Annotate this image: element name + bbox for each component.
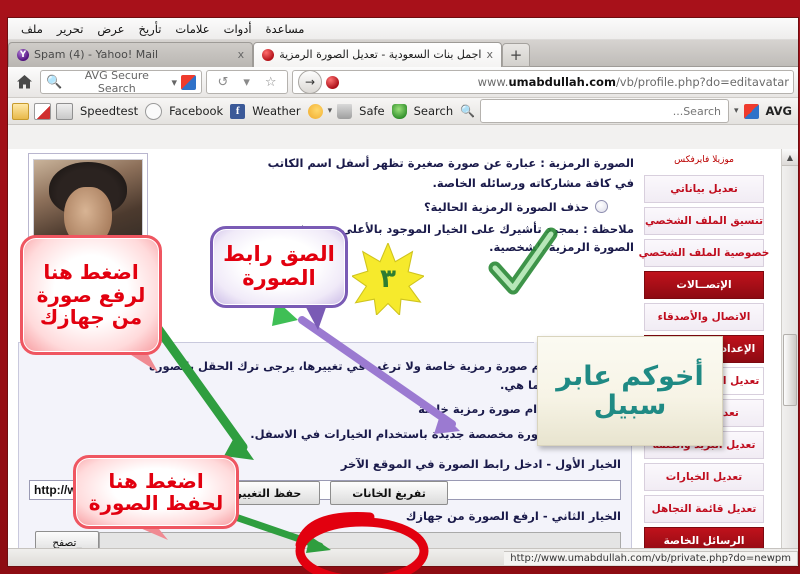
- tab-close-icon[interactable]: x: [238, 48, 245, 61]
- site-favicon-icon: [326, 75, 339, 89]
- scrollbar-thumb[interactable]: [783, 334, 797, 406]
- reset-button[interactable]: تفريغ الخانات: [330, 481, 448, 505]
- callout-save-image: اضغط هنا لحفظ الصورة: [73, 455, 239, 529]
- navigation-toolbar: → www.umabdullah.com/vb/profile.php?do=e…: [8, 67, 798, 98]
- menu-item-file[interactable]: ملف: [14, 20, 50, 38]
- avg-logo-icon: [743, 103, 759, 119]
- step-3-starburst: ٣: [350, 241, 426, 317]
- bookmark-weather[interactable]: Weather: [250, 103, 302, 119]
- menu-item-view[interactable]: عرض: [90, 20, 131, 38]
- tab-avatar-edit[interactable]: x اجمل بنات السعودية - تعديل الصورة الرم…: [253, 41, 502, 67]
- use-custom-avatar-option[interactable]: استخدام صورة رمزية خاصة: [29, 402, 591, 416]
- avatar-file-row: تصفح_: [29, 531, 621, 549]
- sidebar-item-edit-data[interactable]: تعديل بياناتي: [644, 175, 764, 203]
- step-number: ٣: [380, 264, 396, 294]
- avg-logo-icon: [181, 74, 196, 90]
- sidebar-item-contacts-friends[interactable]: الاتصال والأصدقاء: [644, 303, 764, 331]
- sidebar-item-profile-style[interactable]: تنسيق الملف الشخصي: [644, 207, 764, 235]
- avg-brand-label: AVG: [765, 104, 792, 118]
- home-icon[interactable]: [12, 70, 36, 94]
- bookmark-speedtest[interactable]: Speedtest: [78, 103, 140, 119]
- sidebar-item-profile-privacy[interactable]: خصوصية الملف الشخصي: [639, 239, 769, 267]
- avg-search-engine-label: AVG Secure Search: [84, 69, 149, 95]
- avatar-intro-line2: في كافة مشاركاته ورسائله الخاصة.: [432, 175, 634, 190]
- chevron-down-icon[interactable]: ▾: [734, 106, 739, 116]
- menu-item-history[interactable]: تأريخ: [132, 20, 169, 38]
- delete-avatar-option[interactable]: حذف الصورة الرمزية الحالية؟: [146, 200, 608, 214]
- sidebar-header-private-messages: الرسائل الخاصة: [644, 527, 764, 549]
- upload-hint: بإمكانك رفع صورة مخصصة جديدة باستخدام ال…: [250, 426, 621, 441]
- callout-line: اضغط هنا: [108, 468, 204, 493]
- callout-line: من جهازك: [39, 305, 143, 330]
- tab-close-icon[interactable]: x: [486, 48, 493, 61]
- radio-icon[interactable]: [595, 200, 608, 214]
- sidebar-top-note: موزيلا فايرفكس: [674, 155, 734, 165]
- menu-item-tools[interactable]: أدوات: [217, 20, 259, 38]
- tab-title: Spam (4) - Yahoo! Mail: [34, 48, 159, 61]
- menu-item-edit[interactable]: تحرير: [50, 20, 91, 38]
- chevron-down-icon[interactable]: ▾: [243, 75, 250, 90]
- sidebar-item-edit-options[interactable]: تعديل الخيارات: [644, 463, 764, 491]
- facebook-icon: f: [230, 103, 246, 119]
- tab-title: اجمل بنات السعودية - تعديل الصورة الرمزي…: [279, 48, 482, 61]
- outer-red-frame: × □ _ اجمل بنات السعودية - تعديل الصورة …: [0, 0, 800, 574]
- callout-line: اضغط هنا: [43, 260, 139, 285]
- status-bar: http://www.umabdullah.com/vb/private.php…: [8, 548, 798, 566]
- gauge-icon: [145, 102, 163, 120]
- avg-search-input[interactable]: [480, 99, 729, 123]
- callout-paste-image-link: الصق رابط الصورة: [210, 226, 348, 308]
- notepad-icon[interactable]: [34, 102, 51, 120]
- magnifier-icon: 🔍: [460, 104, 476, 118]
- magnifier-icon: 🔍: [46, 74, 63, 90]
- callout-line: لحفظ الصورة: [88, 491, 224, 515]
- address-bar[interactable]: → www.umabdullah.com/vb/profile.php?do=e…: [292, 70, 794, 94]
- browser-chrome: مساعدة أدوات علامات تأريخ عرض تحرير ملف …: [8, 18, 798, 125]
- callout-upload-from-device: اضغط هنا لرفع صورة من جهازك: [20, 235, 162, 355]
- avg-search-label: Search: [413, 104, 454, 118]
- callout-line: لرفع صورة: [36, 282, 146, 307]
- avg-secure-search-box[interactable]: 🔍 AVG Secure Search ▾: [40, 69, 202, 95]
- page-scrollbar[interactable]: ▲: [781, 149, 798, 549]
- custom-avatar-line2: الخانات أدناه كما هي.: [499, 378, 621, 393]
- callout-line: الصورة: [242, 266, 316, 290]
- address-bar-url: www.umabdullah.com/vb/profile.php?do=edi…: [477, 75, 789, 89]
- sidebar-header-contacts: الإتصــالات: [644, 271, 764, 299]
- avatar-intro-line1: الصورة الرمزية : عبارة عن صورة صغيرة تظه…: [267, 156, 634, 170]
- menu-item-help[interactable]: مساعدة: [259, 20, 312, 38]
- go-icon[interactable]: →: [298, 70, 322, 94]
- file-path-field[interactable]: [99, 532, 621, 549]
- cloud-icon: [307, 103, 323, 119]
- trash-icon[interactable]: [337, 103, 353, 119]
- yahoo-icon: Y: [17, 48, 29, 61]
- bookmark-facebook[interactable]: Facebook: [167, 103, 225, 119]
- menu-bar: مساعدة أدوات علامات تأريخ عرض تحرير ملف: [8, 18, 798, 40]
- chevron-down-icon[interactable]: ▾: [328, 106, 333, 116]
- bookmark-safe[interactable]: Safe: [357, 103, 386, 119]
- new-tab-button[interactable]: +: [502, 42, 530, 67]
- sidebar-item-edit-ignore-list[interactable]: تعديل قائمة التجاهل: [644, 495, 764, 523]
- bookmark-star-icon[interactable]: ☆: [265, 75, 277, 90]
- status-bar-url: http://www.umabdullah.com/vb/private.php…: [504, 550, 798, 565]
- menu-item-bookmarks[interactable]: علامات: [168, 20, 216, 38]
- custom-avatar-line1: إذا كنت تستخدم صورة رمزية خاصة ولا ترغب …: [149, 359, 621, 374]
- reload-bookmark-group[interactable]: ☆ ▾ ↺: [206, 70, 288, 94]
- red-dot-icon: [262, 48, 275, 61]
- callout-line: الصق رابط: [223, 242, 335, 267]
- browse-button[interactable]: تصفح_: [35, 531, 99, 549]
- watermark-line1: أخوكم عابر: [556, 360, 704, 392]
- calculator-icon[interactable]: [56, 102, 73, 120]
- tab-yahoo-mail[interactable]: x Spam (4) - Yahoo! Mail Y: [8, 41, 254, 67]
- scroll-up-icon[interactable]: ▲: [782, 149, 798, 166]
- watermark: أخوكم عابر سبيل: [537, 336, 723, 446]
- reload-icon[interactable]: ↺: [217, 75, 228, 90]
- tab-strip: + x اجمل بنات السعودية - تعديل الصورة ال…: [8, 40, 798, 67]
- shield-icon: [391, 103, 407, 119]
- delete-avatar-label: حذف الصورة الرمزية الحالية؟: [423, 199, 589, 214]
- bookmarks-toolbar: Speedtest Facebook f Weather ▾ Safe Sear…: [8, 98, 798, 125]
- rss-icon[interactable]: [12, 102, 29, 120]
- avg-search-field[interactable]: [486, 103, 723, 119]
- watermark-line2: سبيل: [593, 390, 668, 421]
- chevron-down-icon[interactable]: ▾: [171, 76, 177, 89]
